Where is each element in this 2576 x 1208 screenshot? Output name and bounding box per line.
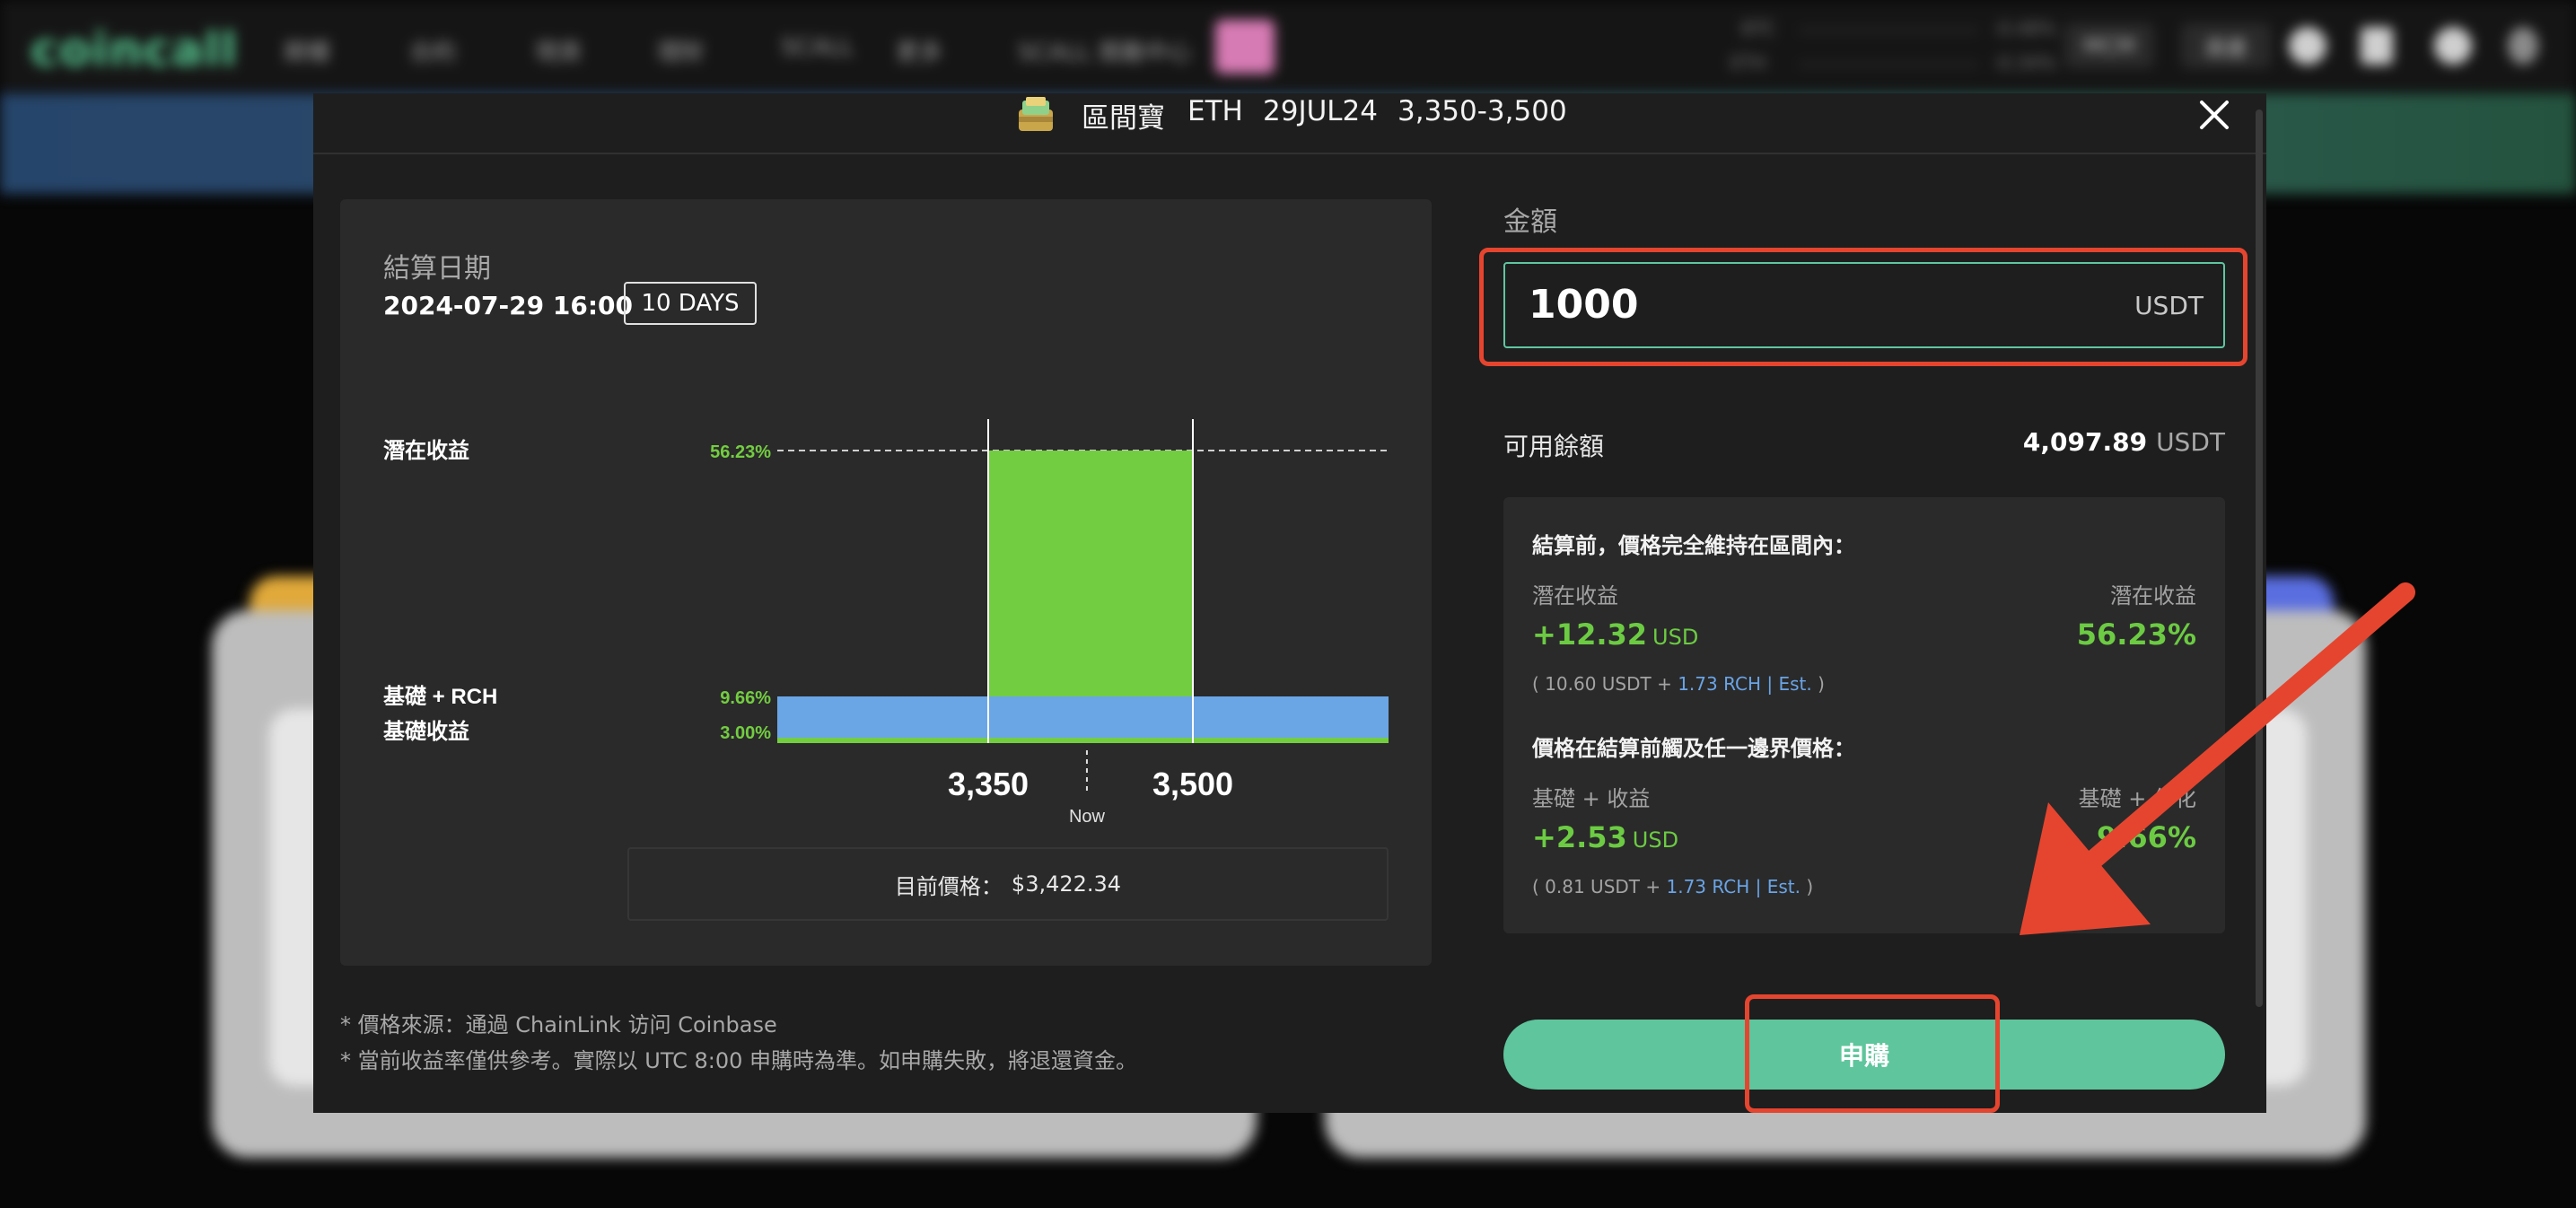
nav-item-more[interactable]: 更多 [896, 34, 942, 67]
now-label: Now [1069, 807, 1106, 827]
scenario-in-range-note-suffix: ) [1811, 673, 1825, 695]
scenario-touch-note: ( 0.81 USDT + 1.73 RCH | Est. ) [1532, 876, 1813, 897]
footnote-yield-disclaimer: * 當前收益率僅供參考。實際以 UTC 8:00 申購時為準。如申購失敗，將退還… [340, 1048, 1137, 1073]
chart-label-base-rch: 基礎 + RCH [383, 685, 497, 709]
ticker-eth-change: -0.34% [1993, 52, 2056, 74]
page: coincall 期權 合約 現貨 理財 SCALL 更多 SCALL 獎勵中心… [0, 0, 2576, 1208]
nav-item-spot[interactable]: 現貨 [535, 34, 582, 67]
range-product-icon [1019, 97, 1053, 131]
subscribe-modal: 區間寶 ETH 29JUL24 3,350-3,500 結算日期 2024-07… [313, 93, 2266, 1113]
ticker-btc-bar [1799, 29, 1978, 32]
scenario-touch-heading: 價格在結算前觸及任一邊界價格： [1532, 736, 1855, 761]
scenario-touch-usd-value: +2.53 [1532, 820, 1627, 854]
top-nav: coincall 期權 合約 現貨 理財 SCALL 更多 SCALL 獎勵中心… [0, 0, 2576, 92]
chart-label-base: 基礎收益 [383, 719, 469, 744]
balance-label: 可用餘額 [1503, 432, 1605, 461]
scenario-touch-note-prefix: ( 0.81 USDT + [1532, 876, 1667, 897]
modal-title-asset: ETH [1187, 95, 1243, 127]
close-icon[interactable] [2195, 95, 2234, 135]
balance-unit: USDT [2156, 427, 2225, 457]
scenario-in-range-rch-link[interactable]: 1.73 RCH | Est. [1678, 673, 1812, 695]
nav-item-futures[interactable]: 合約 [409, 34, 456, 67]
base-rch-band [777, 696, 1389, 738]
theme-toggle-icon[interactable] [2508, 27, 2538, 65]
scenario-touch-pct: 9.66% [2096, 820, 2196, 854]
scenario-touch-usd: +2.53 USD [1532, 820, 1678, 854]
scenario-in-range-usd: +12.32 USD [1532, 617, 1698, 652]
level-value-base: 3.00% [720, 723, 771, 743]
download-icon[interactable] [2361, 27, 2393, 65]
nav-item-earn[interactable]: 理財 [657, 34, 704, 67]
ticker-eth-symbol: ETH [1730, 52, 1766, 74]
highlight-amount-box [1479, 248, 2247, 366]
assets-button[interactable]: 資產 [2181, 23, 2271, 68]
balance-amount: 4,097.89 [2022, 427, 2148, 457]
nav-item-options[interactable]: 期權 [284, 34, 330, 67]
scenario-touch-left-label: 基礎 + 收益 [1532, 786, 1651, 811]
scenario-in-range-left-label: 潛在收益 [1532, 583, 1618, 608]
info-icon[interactable] [2289, 27, 2326, 65]
level-value-base-rch: 9.66% [720, 688, 771, 708]
scenario-in-range-right-label: 潛在收益 [2110, 583, 2196, 608]
x-tick-lower: 3,350 [948, 766, 1029, 802]
current-price-box: 目前價格： $3,422.34 [627, 847, 1389, 921]
chart-label-potential: 潛在收益 [383, 438, 469, 463]
base-yield-strip [777, 738, 1389, 743]
x-tick-upper: 3,500 [1152, 766, 1233, 802]
scenario-in-range-note-prefix: ( 10.60 USDT + [1532, 673, 1678, 695]
ticker-btc-symbol: BTC [1741, 18, 1776, 39]
modal-title-range: 3,350-3,500 [1398, 95, 1567, 127]
modal-title-product: 區間寶 [1082, 102, 1165, 135]
nav-item-rewards[interactable]: SCALL 獎勵中心 [1018, 34, 1192, 67]
nav-item-scall[interactable]: SCALL [781, 34, 854, 61]
yield-breakdown-card: 結算前，價格完全維持在區間內： 潛在收益 潛在收益 +12.32 USD 56.2… [1503, 497, 2225, 933]
current-price-value: $3,422.34 [1011, 871, 1122, 897]
modal-title-expiry: 29JUL24 [1263, 95, 1378, 127]
scenario-touch-usd-unit: USD [1632, 827, 1679, 853]
footnote-price-source: * 價格來源：通過 ChainLink 访问 Coinbase [340, 1012, 777, 1037]
scenario-in-range-heading: 結算前，價格完全維持在區間內： [1532, 533, 1855, 558]
mcm-button[interactable]: MCM [2064, 23, 2154, 68]
payoff-chart: 潛在收益 基礎 + RCH 基礎收益 56.23% 9.66% 3.00% 3,350… [383, 419, 1389, 827]
amount-label: 金額 [1503, 206, 1557, 238]
globe-icon[interactable] [2434, 27, 2472, 65]
scenario-in-range-usd-unit: USD [1652, 625, 1699, 650]
highlight-subscribe-box [1745, 994, 2000, 1113]
modal-scrollbar[interactable] [2256, 109, 2263, 1007]
ticker-eth-bar [1799, 63, 1978, 66]
scenario-touch-rch-link[interactable]: 1.73 RCH | Est. [1666, 876, 1801, 897]
scenario-touch-right-label: 基礎 + 年化 [2078, 786, 2196, 811]
level-value-potential: 56.23% [710, 442, 771, 462]
yield-chart-panel: 結算日期 2024-07-29 16:00 10 DAYS 潛在收益 基礎 + … [340, 199, 1432, 966]
scenario-in-range-usd-value: +12.32 [1532, 617, 1648, 652]
modal-header: 區間寶 ETH 29JUL24 3,350-3,500 [313, 93, 2266, 154]
current-price-label: 目前價格： [894, 873, 1003, 899]
scenario-touch-note-suffix: ) [1801, 876, 1814, 897]
gift-icon[interactable] [1215, 20, 1275, 74]
scenario-in-range-note: ( 10.60 USDT + 1.73 RCH | Est. ) [1532, 673, 1825, 695]
balance-value: 4,097.89 USDT [2023, 427, 2225, 457]
ticker-btc-change: -0.48% [1993, 18, 2056, 39]
scenario-in-range-pct: 56.23% [2076, 617, 2196, 652]
potential-yield-bar [988, 451, 1193, 696]
site-logo: coincall [31, 23, 238, 77]
